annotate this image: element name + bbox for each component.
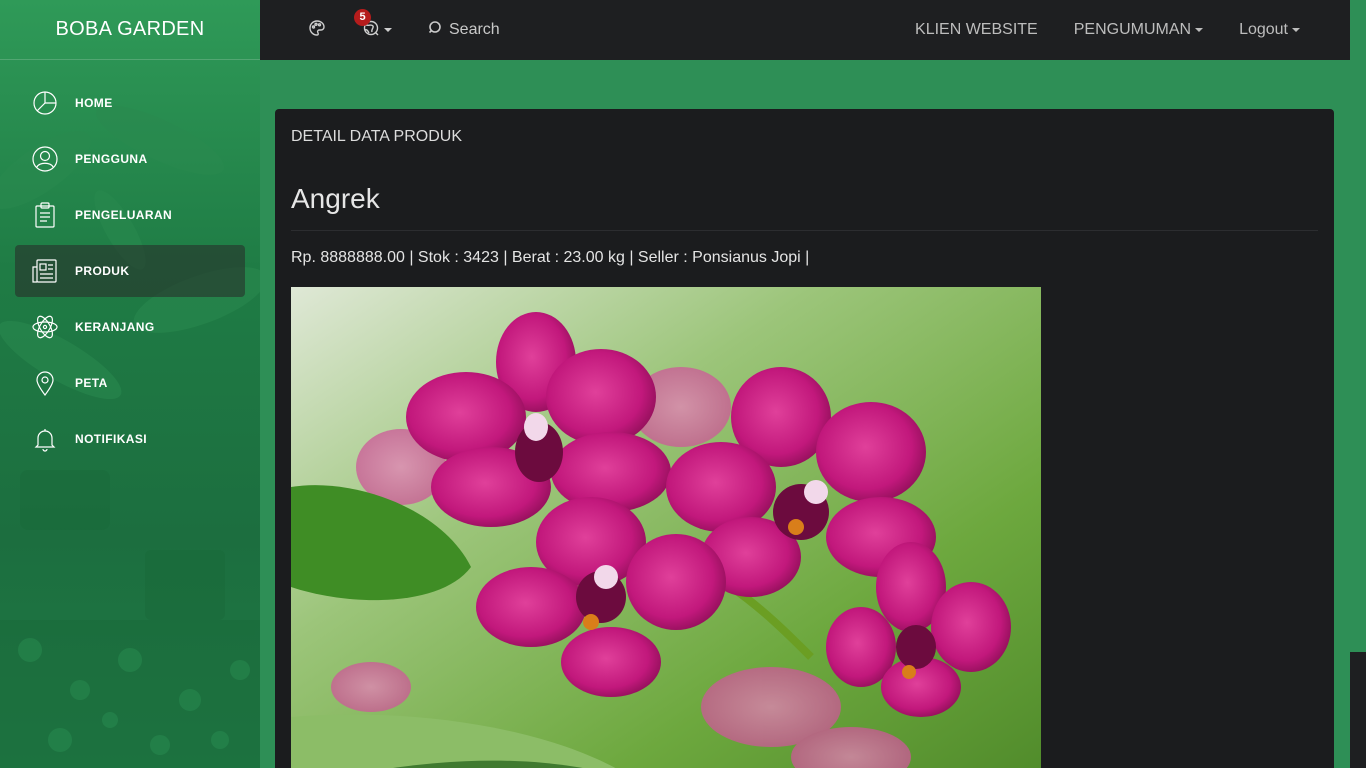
klien-website-label: KLIEN WEBSITE — [915, 21, 1038, 38]
newspaper-icon — [30, 256, 60, 286]
notification-dropdown[interactable]: 5 — [354, 8, 392, 42]
logout-label: Logout — [1239, 21, 1288, 38]
sidebar-nav: HOME PENGGUNA PENGELUARAN PRODUK KERANJA… — [0, 77, 260, 465]
klien-website-link[interactable]: KLIEN WEBSITE — [915, 21, 1038, 39]
top-navbar: 5 Search KLIEN WEBSITE PENGUMUMAN Logout — [260, 0, 1350, 60]
product-meta: Rp. 8888888.00 | Stok : 3423 | Berat : 2… — [291, 249, 810, 266]
search-input[interactable]: Search — [428, 20, 500, 41]
pengumuman-dropdown[interactable]: PENGUMUMAN — [1073, 21, 1204, 39]
product-image — [291, 287, 1041, 768]
notification-count-badge: 5 — [354, 8, 371, 26]
sidebar-item-produk[interactable]: PRODUK — [15, 245, 245, 297]
brand-logo[interactable]: BOBA GARDEN — [0, 0, 260, 60]
chevron-down-icon — [384, 28, 392, 32]
sidebar-item-label: KERANJANG — [75, 320, 155, 334]
pie-chart-icon — [30, 88, 60, 118]
product-detail-card: DETAIL DATA PRODUK Angrek Rp. 8888888.00… — [275, 109, 1334, 768]
palette-button[interactable] — [308, 19, 326, 42]
clipboard-icon — [30, 200, 60, 230]
chevron-down-icon — [1292, 28, 1300, 32]
sidebar-item-label: PETA — [75, 376, 108, 390]
card-title: DETAIL DATA PRODUK — [291, 128, 462, 145]
sidebar-item-notifikasi[interactable]: NOTIFIKASI — [15, 413, 245, 465]
bell-icon — [30, 424, 60, 454]
scrollbar[interactable] — [1350, 0, 1366, 768]
search-label: Search — [449, 21, 500, 38]
palette-icon — [308, 19, 326, 42]
topbar-right-menu: KLIEN WEBSITE PENGUMUMAN Logout — [915, 21, 1350, 39]
sidebar-item-pengeluaran[interactable]: PENGELUARAN — [15, 189, 245, 241]
pengumuman-label: PENGUMUMAN — [1073, 21, 1192, 38]
product-name: Angrek — [291, 183, 380, 214]
sidebar-item-keranjang[interactable]: KERANJANG — [15, 301, 245, 353]
sidebar-item-peta[interactable]: PETA — [15, 357, 245, 409]
sidebar-item-label: PENGGUNA — [75, 152, 148, 166]
scrollbar-thumb[interactable] — [1350, 652, 1366, 768]
atom-icon — [30, 312, 60, 342]
user-circle-icon — [30, 144, 60, 174]
sidebar-item-label: PRODUK — [75, 264, 130, 278]
logout-dropdown[interactable]: Logout — [1239, 21, 1300, 39]
divider — [291, 230, 1318, 231]
sidebar-item-label: HOME — [75, 96, 113, 110]
sidebar: BOBA GARDEN HOME PENGGUNA PENGELUARAN PR… — [0, 0, 260, 768]
search-icon — [428, 20, 449, 41]
sidebar-item-pengguna[interactable]: PENGGUNA — [15, 133, 245, 185]
chevron-down-icon — [1195, 28, 1204, 32]
sidebar-item-label: PENGELUARAN — [75, 208, 173, 222]
sidebar-item-home[interactable]: HOME — [15, 77, 245, 129]
map-pin-icon — [30, 368, 60, 398]
sidebar-item-label: NOTIFIKASI — [75, 432, 147, 446]
